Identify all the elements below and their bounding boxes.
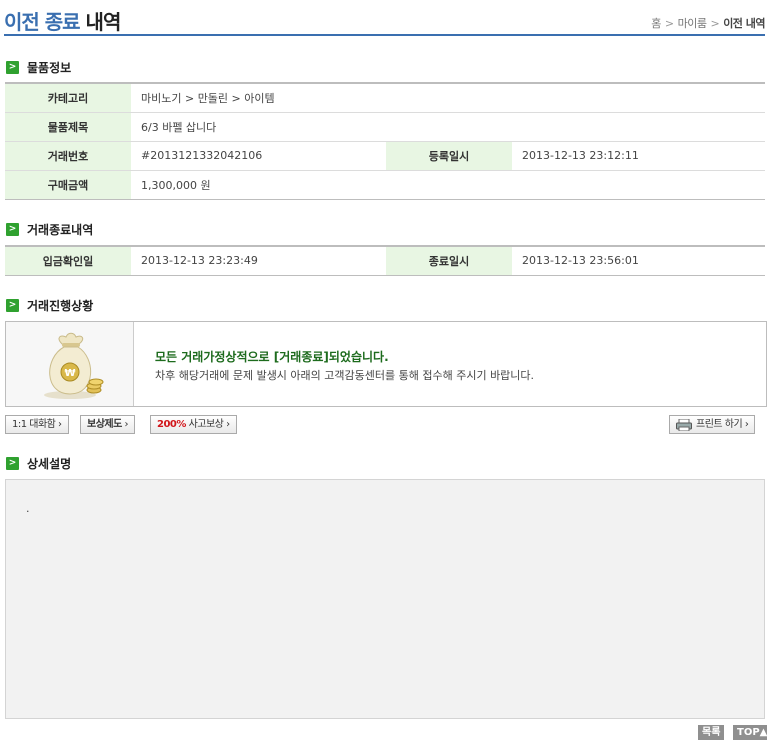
arrow-right-icon: >: [6, 222, 19, 236]
svg-text:₩: ₩: [64, 368, 75, 379]
page-title: 이전 종료 내역: [4, 6, 122, 35]
item-title-value: 6/3 바펠 삽니다: [131, 112, 765, 142]
category-value: 마비노기 > 만돌린 > 아이템: [131, 83, 765, 113]
page-title-highlight: 이전 종료: [4, 10, 81, 34]
money-bag-icon: ₩: [44, 332, 104, 399]
section-item-info-title: > 물품정보: [6, 59, 71, 75]
breadcrumb-current: 이전 내역: [723, 17, 765, 30]
print-button[interactable]: 프린트 하기 ›: [669, 415, 756, 434]
breadcrumb-separator: >: [710, 17, 720, 30]
status-message-sub: 차후 해당거래에 문제 발생시 아래의 고객감동센터를 통해 접수해 주시기 바…: [155, 369, 535, 382]
price-value: 1,300,000 원: [141, 178, 211, 192]
section-progress-title: > 거래진행상황: [6, 297, 93, 313]
reg-date-value: 2013-12-13 23:12:11: [512, 141, 765, 171]
price-label: 구매금액: [5, 170, 131, 199]
deposit-label: 입금확인일: [5, 246, 131, 275]
compensation-label: 보상제도: [87, 419, 122, 430]
table-row: 카테고리 마비노기 > 만돌린 > 아이템: [5, 83, 765, 113]
table-row: 거래번호 #2013121332042106 등록일시 2013-12-13 2…: [5, 141, 765, 171]
detail-content: .: [26, 502, 30, 515]
category-label: 카테고리: [5, 83, 131, 113]
table-row: 구매금액 1,300,000 원: [5, 170, 765, 199]
compensation-arrow: ›: [121, 419, 128, 430]
status-message-main: 모든 거래가정상적으로 [거래종료]되었습니다.: [155, 350, 389, 364]
chat-button[interactable]: 1:1 대화함 ›: [5, 415, 69, 434]
compensation-button[interactable]: 보상제도 ›: [80, 415, 135, 434]
breadcrumb-myroom[interactable]: 마이룸: [678, 17, 707, 30]
section-title-text: 거래종료내역: [27, 222, 94, 237]
section-title-text: 상세설명: [27, 456, 72, 471]
trade-no-value: #2013121332042106: [131, 141, 386, 171]
print-label: 프린트 하기 ›: [696, 419, 749, 430]
top-button[interactable]: TOP▲: [733, 725, 767, 740]
page-header: 이전 종료 내역 홈 > 마이룸 > 이전 내역: [4, 0, 765, 36]
breadcrumb-home[interactable]: 홈: [651, 17, 661, 30]
list-button[interactable]: 목록: [698, 725, 725, 740]
accident-label: 사고보상 ›: [185, 419, 230, 430]
completion-table: 입금확인일 2013-12-13 23:23:49 종료일시 2013-12-1…: [5, 245, 765, 276]
end-date-value: 2013-12-13 23:56:01: [522, 254, 639, 268]
reg-date-label: 등록일시: [386, 141, 512, 171]
arrow-right-icon: >: [6, 298, 19, 312]
end-date-label: 종료일시: [386, 246, 512, 275]
item-info-table: 카테고리 마비노기 > 만돌린 > 아이템 물품제목 6/3 바펠 삽니다 거래…: [5, 82, 765, 200]
table-row: 입금확인일 2013-12-13 23:23:49 종료일시 2013-12-1…: [5, 246, 765, 275]
section-completion-title: > 거래종료내역: [6, 221, 93, 237]
status-image: ₩: [6, 322, 134, 406]
section-title-text: 물품정보: [27, 60, 72, 75]
arrow-right-icon: >: [6, 60, 19, 74]
section-title-text: 거래진행상황: [27, 298, 94, 313]
status-box: ₩ 모든 거래가정상적으로 [거래종료]되었습니다. 차후 해당거래에 문제 발…: [5, 321, 767, 407]
breadcrumb: 홈 > 마이룸 > 이전 내역: [651, 15, 765, 31]
section-detail-title: > 상세설명: [6, 455, 71, 471]
printer-icon: [676, 418, 692, 431]
table-row: 물품제목 6/3 바펠 삽니다: [5, 112, 765, 142]
item-title-label: 물품제목: [5, 112, 131, 142]
trade-no-label: 거래번호: [5, 141, 131, 171]
arrow-right-icon: >: [6, 456, 19, 470]
deposit-value: 2013-12-13 23:23:49: [141, 254, 258, 268]
accident-compensation-button[interactable]: 200% 사고보상 ›: [150, 415, 237, 434]
breadcrumb-separator: >: [664, 17, 674, 30]
page-title-rest: 내역: [85, 10, 122, 34]
detail-box: .: [5, 479, 765, 719]
accident-percent: 200%: [157, 419, 186, 430]
